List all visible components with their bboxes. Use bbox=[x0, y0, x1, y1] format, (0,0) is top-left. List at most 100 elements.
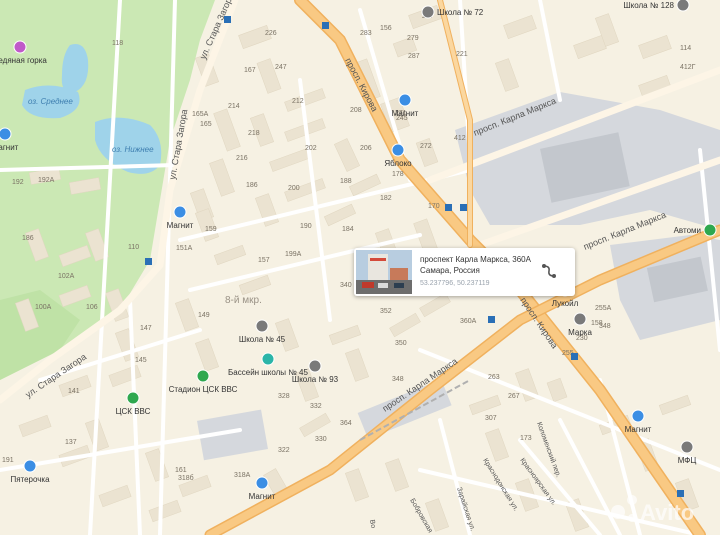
attraction-icon bbox=[13, 40, 27, 54]
school-icon bbox=[676, 0, 690, 12]
house-number: 226 bbox=[265, 30, 277, 37]
house-number: 145 bbox=[135, 357, 147, 364]
house-number: 147 bbox=[140, 325, 152, 332]
car-icon bbox=[703, 223, 717, 237]
house-number: 173 bbox=[520, 435, 532, 442]
shop-icon bbox=[398, 93, 412, 107]
house-number: 186 bbox=[246, 182, 258, 189]
house-number: 170 bbox=[428, 203, 440, 210]
house-number: 255А bbox=[595, 305, 612, 312]
house-number: 307 bbox=[485, 415, 497, 422]
location-popup[interactable]: проспект Карла Маркса, 360А Самара, Росс… bbox=[354, 248, 575, 296]
house-number: 100А bbox=[35, 304, 52, 311]
school-icon bbox=[421, 5, 435, 19]
house-number: 190 bbox=[300, 223, 312, 230]
house-number: 318А bbox=[234, 472, 251, 479]
lake-label-nizhnee: оз. Нижнее bbox=[112, 145, 154, 154]
poi-label: Стадион ЦСК ВВС bbox=[169, 385, 238, 394]
house-number: 192А bbox=[38, 177, 55, 184]
government-icon bbox=[680, 440, 694, 454]
house-number: 332 bbox=[310, 403, 322, 410]
poi-label: Яблоко bbox=[384, 159, 412, 168]
house-number: 102А bbox=[58, 273, 75, 280]
pool-icon bbox=[261, 352, 275, 366]
house-number: 186 bbox=[22, 235, 34, 242]
house-number: 118 bbox=[112, 40, 123, 47]
shop-icon bbox=[23, 459, 37, 473]
location-photo[interactable] bbox=[356, 250, 412, 294]
house-number: 178 bbox=[392, 171, 404, 178]
house-number: 247 bbox=[275, 64, 287, 71]
stadium-icon bbox=[126, 391, 140, 405]
house-number: 352 bbox=[380, 308, 392, 315]
poi-label: Школа № 45 bbox=[239, 335, 286, 344]
house-number: 184 bbox=[342, 226, 354, 233]
house-number: 151А bbox=[176, 245, 193, 252]
house-number: 191 bbox=[2, 457, 14, 464]
house-number: 182 bbox=[380, 195, 392, 202]
house-number: 106 bbox=[86, 304, 98, 311]
house-number: 188 bbox=[340, 178, 352, 185]
shop-icon bbox=[391, 143, 405, 157]
poi-label: МФЦ bbox=[678, 456, 697, 465]
house-number: 221 bbox=[456, 51, 468, 58]
house-number: 206 bbox=[360, 145, 372, 152]
coordinates: 53.237796, 50.237119 bbox=[420, 280, 490, 287]
house-number: 114 bbox=[680, 45, 691, 52]
house-number: 192 bbox=[12, 179, 24, 186]
house-number: 167 bbox=[244, 67, 256, 74]
school-icon bbox=[255, 319, 269, 333]
house-number: 348 bbox=[599, 323, 611, 330]
house-number: 350 bbox=[395, 340, 407, 347]
route-icon[interactable] bbox=[540, 262, 558, 280]
poi-label: Магнит bbox=[0, 143, 19, 152]
house-number: 165 bbox=[200, 121, 212, 128]
address-line-2: Самара, Россия bbox=[420, 266, 480, 275]
poi[interactable]: Школа № 128 bbox=[623, 0, 690, 12]
house-number: 263 bbox=[488, 374, 500, 381]
poi-label: Ледяная горка bbox=[0, 56, 47, 65]
house-number: 267 bbox=[508, 393, 520, 400]
house-number: 149 bbox=[198, 312, 210, 319]
house-number: 200 bbox=[288, 185, 300, 192]
house-number: 212 bbox=[292, 98, 304, 105]
poi[interactable]: Школа № 72 bbox=[421, 5, 484, 19]
street-label-vo: Во bbox=[368, 519, 376, 529]
house-number: 279 bbox=[407, 35, 419, 42]
house-number: 364 bbox=[340, 420, 352, 427]
house-number: 330 bbox=[315, 436, 327, 443]
poi-label: Пятерочка bbox=[10, 475, 50, 484]
house-number: 110 bbox=[128, 244, 139, 251]
poi-label: Магнит bbox=[167, 221, 194, 230]
house-number: 208 bbox=[350, 107, 362, 114]
house-number: 157 bbox=[258, 257, 270, 264]
poi-label: Магнит bbox=[392, 109, 419, 118]
lake-label-srednee: оз. Среднее bbox=[28, 97, 73, 106]
poi[interactable]: Автоми bbox=[674, 223, 717, 237]
shop-icon bbox=[631, 409, 645, 423]
house-number: 218 bbox=[248, 130, 260, 137]
poi-label: Школа № 128 bbox=[623, 1, 674, 10]
house-number: 214 bbox=[228, 103, 240, 110]
house-number: 283 bbox=[360, 30, 372, 37]
car-icon bbox=[573, 312, 587, 326]
shop-icon bbox=[255, 476, 269, 490]
house-number: 202 bbox=[305, 145, 317, 152]
poi-label: ЦСК ВВС bbox=[116, 407, 151, 416]
house-number: 159 bbox=[205, 226, 217, 233]
house-number: 216 bbox=[236, 155, 248, 162]
svg-text:Avito: Avito bbox=[640, 500, 694, 525]
shop-icon bbox=[173, 205, 187, 219]
house-number: 412 bbox=[454, 135, 466, 142]
poi-label: Магнит bbox=[249, 492, 276, 501]
house-number: 348 bbox=[392, 376, 404, 383]
house-number: 141 bbox=[68, 388, 80, 395]
house-number: 318б bbox=[178, 474, 194, 482]
address-line-1: проспект Карла Маркса, 360А bbox=[420, 255, 531, 264]
poi-label: Магнит bbox=[625, 425, 652, 434]
stadium-icon bbox=[196, 369, 210, 383]
school-icon bbox=[308, 359, 322, 373]
house-number: 199А bbox=[285, 251, 302, 258]
poi-label: Автоми bbox=[674, 226, 701, 235]
house-number: 165А bbox=[192, 111, 209, 118]
